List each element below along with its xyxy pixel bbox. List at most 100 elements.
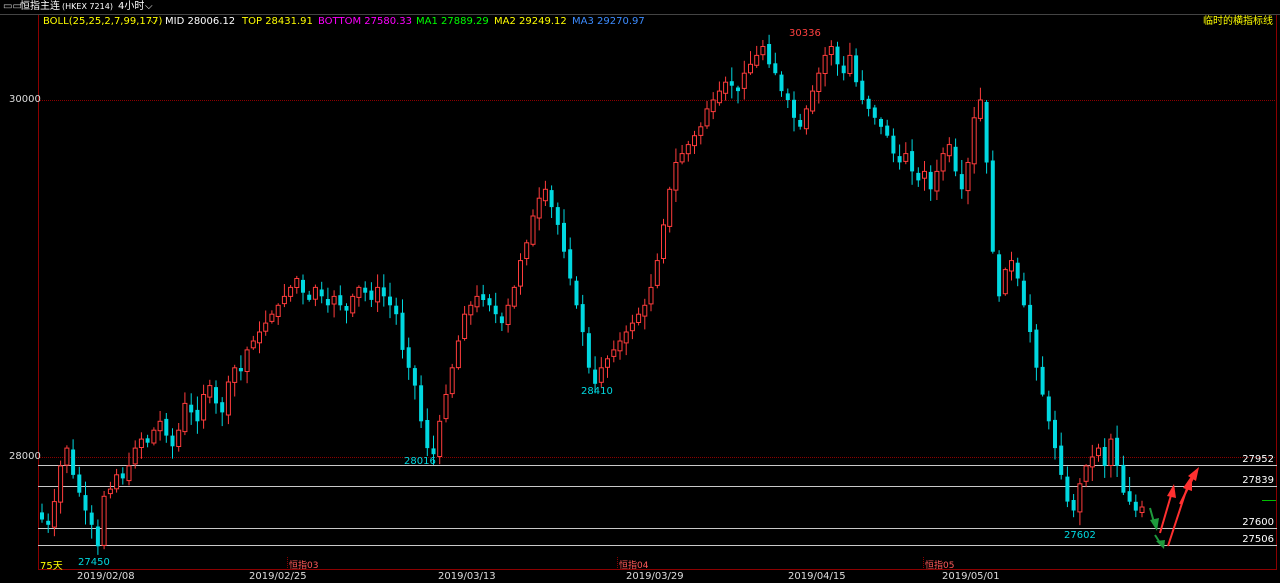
level-label-27839: 27839 <box>1242 475 1274 486</box>
candle-body <box>363 287 368 293</box>
candle-body <box>1071 500 1076 511</box>
candle-body <box>1021 280 1026 306</box>
candle-body <box>1096 447 1101 457</box>
candle-body <box>95 526 100 547</box>
candle-body <box>828 46 834 55</box>
candle-body <box>990 160 995 252</box>
candle-body <box>443 394 449 420</box>
candle-body <box>692 135 697 147</box>
candle-body <box>965 162 971 192</box>
candle-body <box>207 385 213 398</box>
candle-body <box>792 99 796 118</box>
candle-body <box>381 287 386 297</box>
candle-body <box>114 474 120 490</box>
candle-body <box>250 340 256 349</box>
candle-body <box>574 280 579 306</box>
candle-body <box>580 304 585 333</box>
candle-body <box>879 119 883 127</box>
candle-body <box>1002 269 1008 295</box>
candle-body <box>741 72 747 89</box>
candle-body <box>654 260 660 286</box>
candle-body <box>822 54 828 75</box>
date-label-0225: 2019/02/25 <box>249 571 307 582</box>
candle-body <box>437 420 443 457</box>
candle-body <box>885 125 890 136</box>
candle-body <box>344 306 349 311</box>
candle-body <box>1133 501 1138 511</box>
candle-body <box>369 290 374 300</box>
candle-body <box>425 420 430 449</box>
candle-body <box>400 312 405 350</box>
candle-body <box>866 98 871 109</box>
candle-body <box>897 156 902 163</box>
candle-body <box>201 394 207 421</box>
candle-body <box>1108 438 1114 467</box>
candle-body <box>854 55 859 83</box>
candle-body <box>997 254 1002 297</box>
date-label-0415: 2019/04/15 <box>788 571 846 582</box>
candle-body <box>946 144 952 157</box>
boll-label[interactable]: BOLL(25,25,2,7,99,177) <box>43 14 162 29</box>
candle-body <box>835 46 840 65</box>
candle-body <box>723 81 729 94</box>
date-label-0501: 2019/05/01 <box>942 571 1000 582</box>
month-label-05: 恒指05 <box>925 561 955 571</box>
candle-body <box>1077 483 1083 513</box>
candle-body <box>419 385 424 422</box>
date-label-0208: 2019/02/08 <box>77 571 135 582</box>
ma3-value: MA3 29270.97 <box>572 16 645 27</box>
candle-body <box>101 495 107 546</box>
candle-body <box>629 322 635 332</box>
candle-body <box>1046 396 1051 422</box>
candle-body <box>903 153 909 162</box>
candle-body <box>107 488 113 495</box>
candle-body <box>916 172 921 181</box>
candle-body <box>164 418 169 436</box>
candle-body <box>356 286 362 298</box>
candle-body <box>798 120 803 127</box>
candle-body <box>120 473 125 479</box>
candle-body <box>810 90 816 112</box>
candle-body <box>269 313 275 322</box>
candle-body <box>555 207 560 225</box>
candle-body <box>536 197 542 219</box>
candle-body <box>518 260 523 287</box>
candle-body <box>704 108 710 127</box>
candle-body <box>499 316 504 324</box>
chevron-down-icon[interactable]: ⌵ <box>145 0 153 14</box>
candle-body <box>83 495 88 511</box>
temp-hline-label[interactable]: 临时的横指标线 <box>1203 14 1273 29</box>
candle-body <box>325 299 330 306</box>
candle-body <box>767 44 772 65</box>
candle-body <box>238 368 243 372</box>
candle-body <box>220 402 225 413</box>
candle-body <box>760 46 766 56</box>
level-label-27600: 27600 <box>1242 517 1274 528</box>
candle-body <box>1053 419 1057 449</box>
candle-body <box>412 368 417 386</box>
candle-body <box>568 249 573 279</box>
period-selector[interactable]: 4小时 <box>118 0 144 14</box>
annotation-high: 30336 <box>789 28 821 39</box>
candlestick-chart[interactable] <box>0 0 1280 583</box>
boll-chevron-icon[interactable]: ⌵ <box>150 14 158 29</box>
annotation-low-27450: 27450 <box>78 557 110 568</box>
candle-body <box>1040 366 1045 395</box>
day-count: 75天 <box>40 561 63 572</box>
instrument-code: (HKEX 7214) <box>62 2 113 11</box>
candle-body <box>872 107 877 118</box>
candle-body <box>232 367 238 383</box>
candle-body <box>710 99 716 113</box>
candle-body <box>598 367 604 383</box>
candle-body <box>89 512 94 525</box>
instrument-title[interactable]: 恒指主连 <box>20 0 60 14</box>
candle-body <box>922 170 927 179</box>
candle-body <box>493 305 498 315</box>
candle-body <box>1089 456 1095 468</box>
candle-body <box>319 289 324 297</box>
candle-body <box>754 54 760 66</box>
candle-body <box>64 447 70 466</box>
top-value: TOP 28431.91 <box>242 16 313 27</box>
candle-body <box>524 242 530 260</box>
candle-body <box>455 340 461 369</box>
